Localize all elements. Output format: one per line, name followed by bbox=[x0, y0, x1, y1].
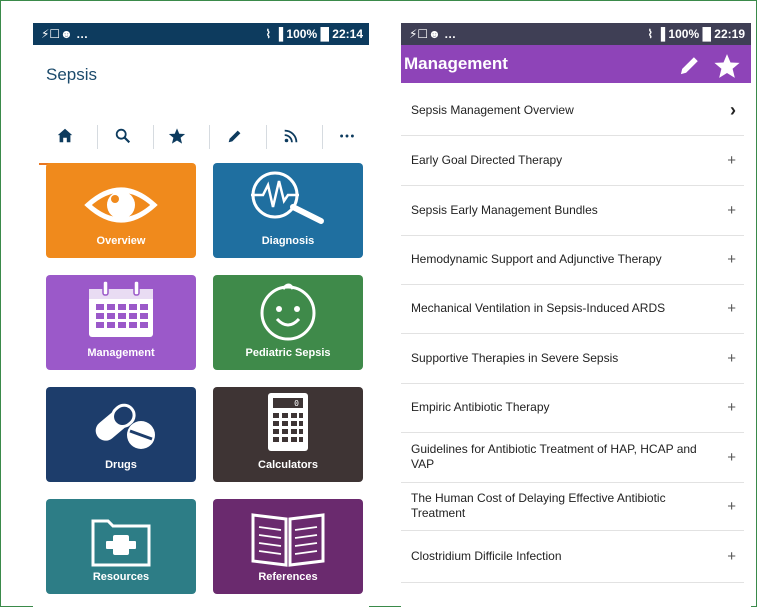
tab-divider bbox=[322, 125, 323, 149]
list-item-label: Supportive Therapies in Severe Sepsis bbox=[411, 350, 619, 365]
chevron-right-icon: › bbox=[730, 99, 736, 120]
tile-label: Resources bbox=[92, 571, 150, 583]
expand-plus-icon: + bbox=[727, 201, 736, 219]
diagnosis-tile[interactable]: Diagnosis bbox=[213, 163, 363, 258]
list-item[interactable]: Sepsis Management Overview › bbox=[401, 85, 744, 136]
expand-plus-icon: + bbox=[727, 251, 736, 268]
app-bar: Management bbox=[401, 45, 751, 83]
expand-plus-icon: + bbox=[727, 448, 736, 466]
expand-plus-icon: + bbox=[727, 349, 736, 367]
list-item[interactable]: Mechanical Ventilation in Sepsis-Induced… bbox=[401, 284, 744, 334]
list-item-label: Guidelines for Antibiotic Treatment of H… bbox=[411, 442, 697, 471]
tile-label: References bbox=[258, 571, 318, 583]
search-icon[interactable] bbox=[103, 121, 143, 151]
tab-divider bbox=[153, 125, 154, 149]
tab-divider bbox=[266, 125, 267, 149]
expand-plus-icon: + bbox=[727, 547, 736, 565]
list-item-label: Hemodynamic Support and Adjunctive Thera… bbox=[411, 252, 662, 266]
pencil-icon[interactable] bbox=[215, 121, 255, 151]
status-notification-icons: ⚡☐☻ … bbox=[409, 27, 457, 41]
overview-tile[interactable]: Overview bbox=[46, 163, 196, 258]
status-indicators: ⌇ ▐ 100% █ 22:19 bbox=[647, 27, 745, 41]
management-tile[interactable]: Management bbox=[46, 275, 196, 370]
list-item-label: Clostridium Difficile Infection bbox=[411, 548, 562, 563]
page-title: Management bbox=[404, 54, 508, 73]
calculators-tile[interactable]: 0 Calculators bbox=[213, 387, 363, 482]
tab-divider bbox=[209, 125, 210, 149]
list-item-label: Sepsis Management Overview bbox=[411, 102, 574, 117]
expand-plus-icon: + bbox=[727, 399, 736, 416]
svg-text:0: 0 bbox=[294, 399, 299, 408]
star-icon[interactable] bbox=[157, 121, 197, 151]
tile-label: Calculators bbox=[258, 459, 318, 471]
list-item-label: Early Goal Directed Therapy bbox=[411, 152, 563, 167]
resources-tile[interactable]: Resources bbox=[46, 499, 196, 594]
more-icon[interactable] bbox=[327, 121, 367, 151]
home-icon[interactable] bbox=[45, 121, 85, 151]
list-item[interactable]: The Human Cost of Delaying Effective Ant… bbox=[401, 482, 744, 531]
list-item[interactable]: Empiric Antibiotic Therapy + bbox=[401, 383, 744, 433]
status-bar: ⚡☐☻ … ⌇ ▐ 100% █ 22:14 bbox=[33, 23, 369, 45]
references-tile[interactable]: References bbox=[213, 499, 363, 594]
app-title: Sepsis bbox=[46, 65, 98, 84]
expand-plus-icon: + bbox=[727, 300, 736, 317]
star-icon[interactable] bbox=[713, 52, 740, 78]
status-notification-icons: ⚡☐☻ … bbox=[41, 27, 89, 41]
rss-icon[interactable] bbox=[271, 121, 311, 151]
tab-bar bbox=[33, 113, 369, 169]
status-indicators: ⌇ ▐ 100% █ 22:14 bbox=[265, 27, 363, 41]
management-screen: ⚡☐☻ … ⌇ ▐ 100% █ 22:19 Management Sepsis… bbox=[401, 23, 751, 607]
list-item[interactable]: Supportive Therapies in Severe Sepsis + bbox=[401, 333, 744, 384]
tile-label: Drugs bbox=[105, 459, 137, 471]
list-item[interactable]: Early Goal Directed Therapy + bbox=[401, 135, 744, 186]
tile-label: Management bbox=[87, 347, 155, 359]
tile-label: Pediatric Sepsis bbox=[245, 347, 331, 359]
expand-plus-icon: + bbox=[727, 151, 736, 169]
list-item[interactable]: Hemodynamic Support and Adjunctive Thera… bbox=[401, 235, 744, 285]
tab-divider bbox=[97, 125, 98, 149]
list-item[interactable]: Clostridium Difficile Infection + bbox=[401, 530, 744, 583]
list-item-label: Empiric Antibiotic Therapy bbox=[411, 400, 550, 414]
list-item-label: Mechanical Ventilation in Sepsis-Induced… bbox=[411, 301, 666, 315]
list-item[interactable]: Sepsis Early Management Bundles + bbox=[401, 185, 744, 236]
tile-label: Overview bbox=[96, 235, 146, 247]
expand-plus-icon: + bbox=[727, 497, 736, 515]
tile-label: Diagnosis bbox=[261, 235, 315, 247]
pencil-icon[interactable] bbox=[677, 52, 703, 78]
home-screen: ⚡☐☻ … ⌇ ▐ 100% █ 22:14 Sepsis Overview D… bbox=[33, 23, 369, 607]
pediatric-sepsis-tile[interactable]: Pediatric Sepsis bbox=[213, 275, 363, 370]
list-item[interactable]: Guidelines for Antibiotic Treatment of H… bbox=[401, 432, 744, 483]
drugs-tile[interactable]: Drugs bbox=[46, 387, 196, 482]
list-item-label: The Human Cost of Delaying Effective Ant… bbox=[411, 491, 666, 520]
list-item-label: Sepsis Early Management Bundles bbox=[411, 202, 598, 217]
status-bar: ⚡☐☻ … ⌇ ▐ 100% █ 22:19 bbox=[401, 23, 751, 45]
